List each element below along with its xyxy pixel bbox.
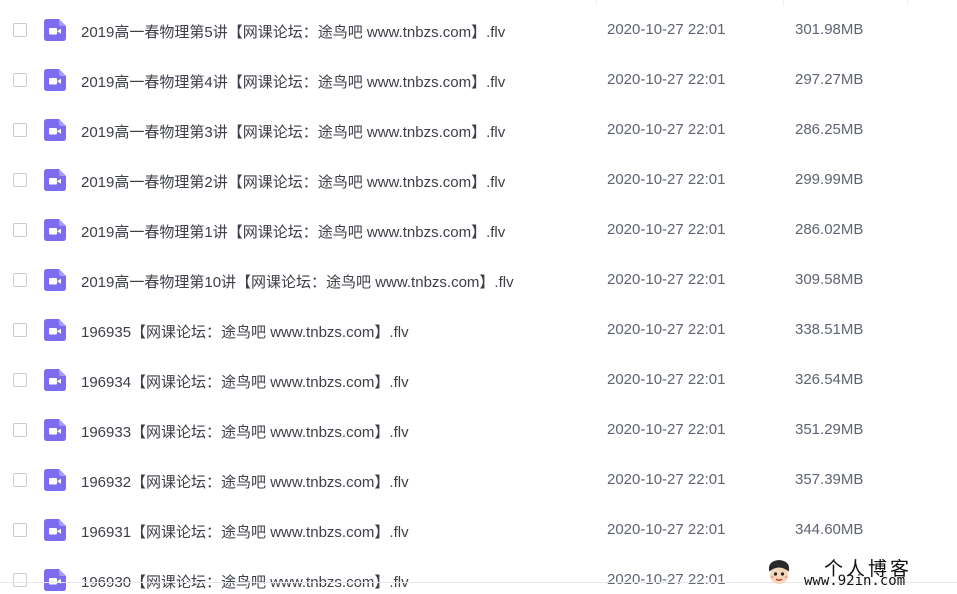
file-manager-screen: 2019高一春物理第5讲【网课论坛：途鸟吧 www.tnbzs.com】.flv…	[0, 0, 957, 594]
file-size: 357.39MB	[795, 471, 864, 488]
row-checkbox[interactable]	[13, 23, 27, 37]
row-checkbox[interactable]	[13, 223, 27, 237]
file-name[interactable]: 2019高一春物理第2讲【网课论坛：途鸟吧 www.tnbzs.com】.flv	[81, 171, 505, 192]
file-row[interactable]: 196932【网课论坛：途鸟吧 www.tnbzs.com】.flv 2020-1…	[0, 456, 957, 506]
file-name[interactable]: 2019高一春物理第1讲【网课论坛：途鸟吧 www.tnbzs.com】.flv	[81, 221, 505, 242]
file-row[interactable]: 2019高一春物理第10讲【网课论坛：途鸟吧 www.tnbzs.com】.fl…	[0, 256, 957, 306]
video-file-icon	[44, 469, 66, 491]
file-modified-date: 2020-10-27 22:01	[607, 171, 726, 188]
file-name[interactable]: 196934【网课论坛：途鸟吧 www.tnbzs.com】.flv	[81, 371, 409, 392]
file-modified-date: 2020-10-27 22:01	[607, 421, 726, 438]
row-checkbox[interactable]	[13, 173, 27, 187]
file-row[interactable]: 2019高一春物理第3讲【网课论坛：途鸟吧 www.tnbzs.com】.flv…	[0, 106, 957, 156]
file-row[interactable]: 196930【网课论坛：途鸟吧 www.tnbzs.com】.flv 2020-1…	[0, 556, 957, 594]
file-size: 338.51MB	[795, 321, 864, 338]
file-size: 301.98MB	[795, 21, 864, 38]
file-modified-date: 2020-10-27 22:01	[607, 371, 726, 388]
file-row[interactable]: 196935【网课论坛：途鸟吧 www.tnbzs.com】.flv 2020-1…	[0, 306, 957, 356]
file-size: 309.58MB	[795, 271, 864, 288]
row-checkbox[interactable]	[13, 573, 27, 587]
file-name[interactable]: 196933【网课论坛：途鸟吧 www.tnbzs.com】.flv	[81, 421, 409, 442]
file-row[interactable]: 196931【网课论坛：途鸟吧 www.tnbzs.com】.flv 2020-1…	[0, 506, 957, 556]
video-file-icon	[44, 69, 66, 91]
video-file-icon	[44, 169, 66, 191]
row-checkbox[interactable]	[13, 123, 27, 137]
row-checkbox[interactable]	[13, 473, 27, 487]
file-row[interactable]: 2019高一春物理第2讲【网课论坛：途鸟吧 www.tnbzs.com】.flv…	[0, 156, 957, 206]
video-file-icon	[44, 19, 66, 41]
file-name[interactable]: 196931【网课论坛：途鸟吧 www.tnbzs.com】.flv	[81, 521, 409, 542]
video-file-icon	[44, 319, 66, 341]
file-size: 286.25MB	[795, 121, 864, 138]
video-file-icon	[44, 219, 66, 241]
video-file-icon	[44, 519, 66, 541]
file-row[interactable]: 2019高一春物理第1讲【网课论坛：途鸟吧 www.tnbzs.com】.flv…	[0, 206, 957, 256]
file-modified-date: 2020-10-27 22:01	[607, 121, 726, 138]
file-name[interactable]: 2019高一春物理第3讲【网课论坛：途鸟吧 www.tnbzs.com】.flv	[81, 121, 505, 142]
file-row[interactable]: 2019高一春物理第4讲【网课论坛：途鸟吧 www.tnbzs.com】.flv…	[0, 56, 957, 106]
file-modified-date: 2020-10-27 22:01	[607, 321, 726, 338]
file-size: 344.60MB	[795, 521, 864, 538]
file-row[interactable]: 196933【网课论坛：途鸟吧 www.tnbzs.com】.flv 2020-1…	[0, 406, 957, 456]
file-list: 2019高一春物理第5讲【网课论坛：途鸟吧 www.tnbzs.com】.flv…	[0, 6, 957, 594]
file-size: 297.27MB	[795, 71, 864, 88]
file-modified-date: 2020-10-27 22:01	[607, 521, 726, 538]
file-modified-date: 2020-10-27 22:01	[607, 571, 726, 588]
file-name[interactable]: 196932【网课论坛：途鸟吧 www.tnbzs.com】.flv	[81, 471, 409, 492]
row-checkbox[interactable]	[13, 423, 27, 437]
video-file-icon	[44, 269, 66, 291]
video-file-icon	[44, 419, 66, 441]
file-size: 351.29MB	[795, 421, 864, 438]
file-row[interactable]: 2019高一春物理第5讲【网课论坛：途鸟吧 www.tnbzs.com】.flv…	[0, 6, 957, 56]
file-modified-date: 2020-10-27 22:01	[607, 21, 726, 38]
row-checkbox[interactable]	[13, 523, 27, 537]
row-checkbox[interactable]	[13, 323, 27, 337]
row-checkbox[interactable]	[13, 273, 27, 287]
row-checkbox[interactable]	[13, 373, 27, 387]
video-file-icon	[44, 119, 66, 141]
file-modified-date: 2020-10-27 22:01	[607, 471, 726, 488]
file-modified-date: 2020-10-27 22:01	[607, 71, 726, 88]
file-name[interactable]: 2019高一春物理第4讲【网课论坛：途鸟吧 www.tnbzs.com】.flv	[81, 71, 505, 92]
file-name[interactable]: 196935【网课论坛：途鸟吧 www.tnbzs.com】.flv	[81, 321, 409, 342]
file-modified-date: 2020-10-27 22:01	[607, 221, 726, 238]
file-size: 286.02MB	[795, 221, 864, 238]
list-bottom-divider	[0, 582, 957, 583]
file-name[interactable]: 2019高一春物理第10讲【网课论坛：途鸟吧 www.tnbzs.com】.fl…	[81, 271, 514, 292]
video-file-icon	[44, 369, 66, 391]
file-name[interactable]: 2019高一春物理第5讲【网课论坛：途鸟吧 www.tnbzs.com】.flv	[81, 21, 505, 42]
file-modified-date: 2020-10-27 22:01	[607, 271, 726, 288]
video-file-icon	[44, 569, 66, 591]
file-size: 326.54MB	[795, 371, 864, 388]
row-checkbox[interactable]	[13, 73, 27, 87]
file-row[interactable]: 196934【网课论坛：途鸟吧 www.tnbzs.com】.flv 2020-1…	[0, 356, 957, 406]
file-size: 299.99MB	[795, 171, 864, 188]
